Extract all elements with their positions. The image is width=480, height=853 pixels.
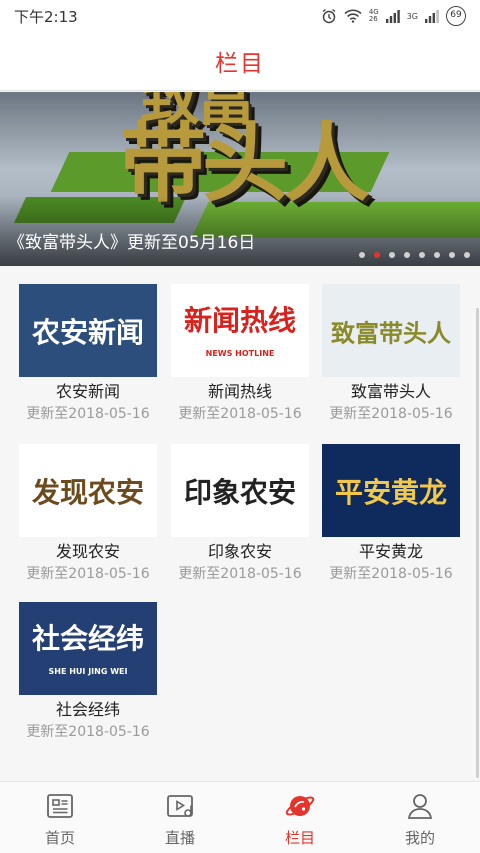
program-title: 农安新闻 — [55, 382, 120, 401]
program-update-date: 更新至2018-05-16 — [329, 406, 453, 422]
program-thumbnail: 新闻热线 NEWS HOTLINE — [171, 284, 309, 377]
signal-icon-2 — [425, 9, 439, 23]
tab-label-home: 首页 — [44, 829, 75, 847]
program-update-date: 更新至2018-05-16 — [178, 406, 302, 422]
tab-live[interactable]: 直播 — [120, 782, 240, 853]
program-thumbnail-text: 发现农安 — [31, 475, 145, 509]
banner-dot — [449, 252, 455, 258]
banner-art-text: 致富 带头人 — [120, 92, 370, 214]
news-icon — [47, 794, 73, 818]
program-thumbnail-text: 社会经纬 — [31, 622, 145, 656]
program-thumbnail-text: 新闻热线 — [183, 304, 297, 338]
program-thumbnail-subtext: SHE HUI JING WEI — [48, 667, 128, 677]
tab-home[interactable]: 首页 — [0, 782, 120, 853]
program-card[interactable]: 新闻热线 NEWS HOTLINE 新闻热线更新至2018-05-16 — [171, 284, 309, 424]
program-title: 平安黄龙 — [358, 542, 423, 561]
program-thumbnail: 致富带头人 — [322, 284, 460, 377]
header: 栏目 — [0, 32, 480, 91]
program-card[interactable]: 印象农安 印象农安 更新至2018-05-16 — [171, 444, 309, 584]
user-icon — [407, 794, 433, 819]
tab-columns[interactable]: 栏目 — [240, 782, 360, 853]
scrollbar[interactable] — [476, 308, 479, 778]
program-update-date: 更新至2018-05-16 — [178, 566, 302, 582]
tab-label-mine: 我的 — [404, 829, 435, 847]
program-title: 发现农安 — [55, 542, 120, 561]
banner-pagination — [359, 252, 470, 258]
battery-indicator: 69 — [446, 6, 466, 26]
status-time: 下午2:13 — [14, 7, 78, 26]
program-card[interactable]: 平安黄龙 平安黄龙 更新至2018-05-16 — [322, 444, 460, 584]
program-thumbnail-subtext: NEWS HOTLINE — [205, 349, 275, 359]
banner-dot — [464, 252, 470, 258]
tab-mine[interactable]: 我的 — [360, 782, 480, 853]
program-thumbnail: 平安黄龙 — [322, 444, 460, 537]
banner-caption: 《致富带头人》更新至05月16日 — [8, 233, 256, 253]
network-type: 4G 26 — [369, 9, 379, 23]
banner-dot — [389, 252, 395, 258]
bottom-tab-bar: 首页 直播 栏目 我的 — [0, 781, 480, 853]
banner-dot — [374, 252, 380, 258]
program-update-date: 更新至2018-05-16 — [26, 406, 150, 422]
program-thumbnail: 印象农安 — [171, 444, 309, 537]
program-title: 印象农安 — [207, 542, 272, 561]
status-bar: 下午2:13 4G 26 3G 69 — [0, 0, 480, 32]
network-type-bottom: 26 — [368, 15, 378, 23]
program-card[interactable]: 致富带头人 致富带头人 更新至2018-05-16 — [322, 284, 460, 424]
program-title: 致富带头人 — [350, 382, 431, 401]
signal-icon — [385, 9, 400, 23]
program-thumbnail-text: 致富带头人 — [331, 319, 451, 347]
banner-dot — [434, 252, 440, 258]
program-thumbnail: 社会经纬 SHE HUI JING WEI — [19, 602, 157, 695]
network-3g-label: 3G — [406, 11, 418, 21]
program-thumbnail: 发现农安 — [19, 444, 157, 537]
program-card[interactable]: 农安新闻 农安新闻 更新至2018-05-16 — [19, 284, 157, 424]
program-title: 新闻热线 — [207, 382, 272, 401]
tab-label-columns: 栏目 — [284, 829, 315, 847]
alarm-icon — [322, 8, 336, 24]
live-icon — [167, 795, 193, 817]
program-card[interactable]: 发现农安 发现农安 更新至2018-05-16 — [19, 444, 157, 584]
program-update-date: 更新至2018-05-16 — [26, 566, 150, 582]
banner-art-main: 带头人 — [120, 113, 370, 214]
page-title: 栏目 — [215, 51, 265, 77]
tab-label-live: 直播 — [164, 829, 195, 847]
program-update-date: 更新至2018-05-16 — [26, 724, 150, 740]
banner-carousel[interactable]: 致富 带头人 《致富带头人》更新至05月16日 — [0, 92, 480, 266]
wifi-icon — [344, 9, 362, 23]
banner-dot — [404, 252, 410, 258]
program-card[interactable]: 社会经纬 SHE HUI JING WEI 社会经纬更新至2018-05-16 — [19, 602, 157, 742]
program-thumbnail-text: 平安黄龙 — [334, 475, 448, 509]
banner-dot — [359, 252, 365, 258]
program-title: 社会经纬 — [55, 700, 120, 719]
program-update-date: 更新至2018-05-16 — [329, 566, 453, 582]
program-thumbnail-text: 印象农安 — [183, 475, 297, 509]
status-icons: 4G 26 3G 69 — [321, 6, 466, 26]
program-thumbnail-text: 农安新闻 — [31, 315, 145, 349]
program-thumbnail: 农安新闻 — [19, 284, 157, 377]
planet-icon — [285, 796, 315, 816]
banner-dot — [419, 252, 425, 258]
